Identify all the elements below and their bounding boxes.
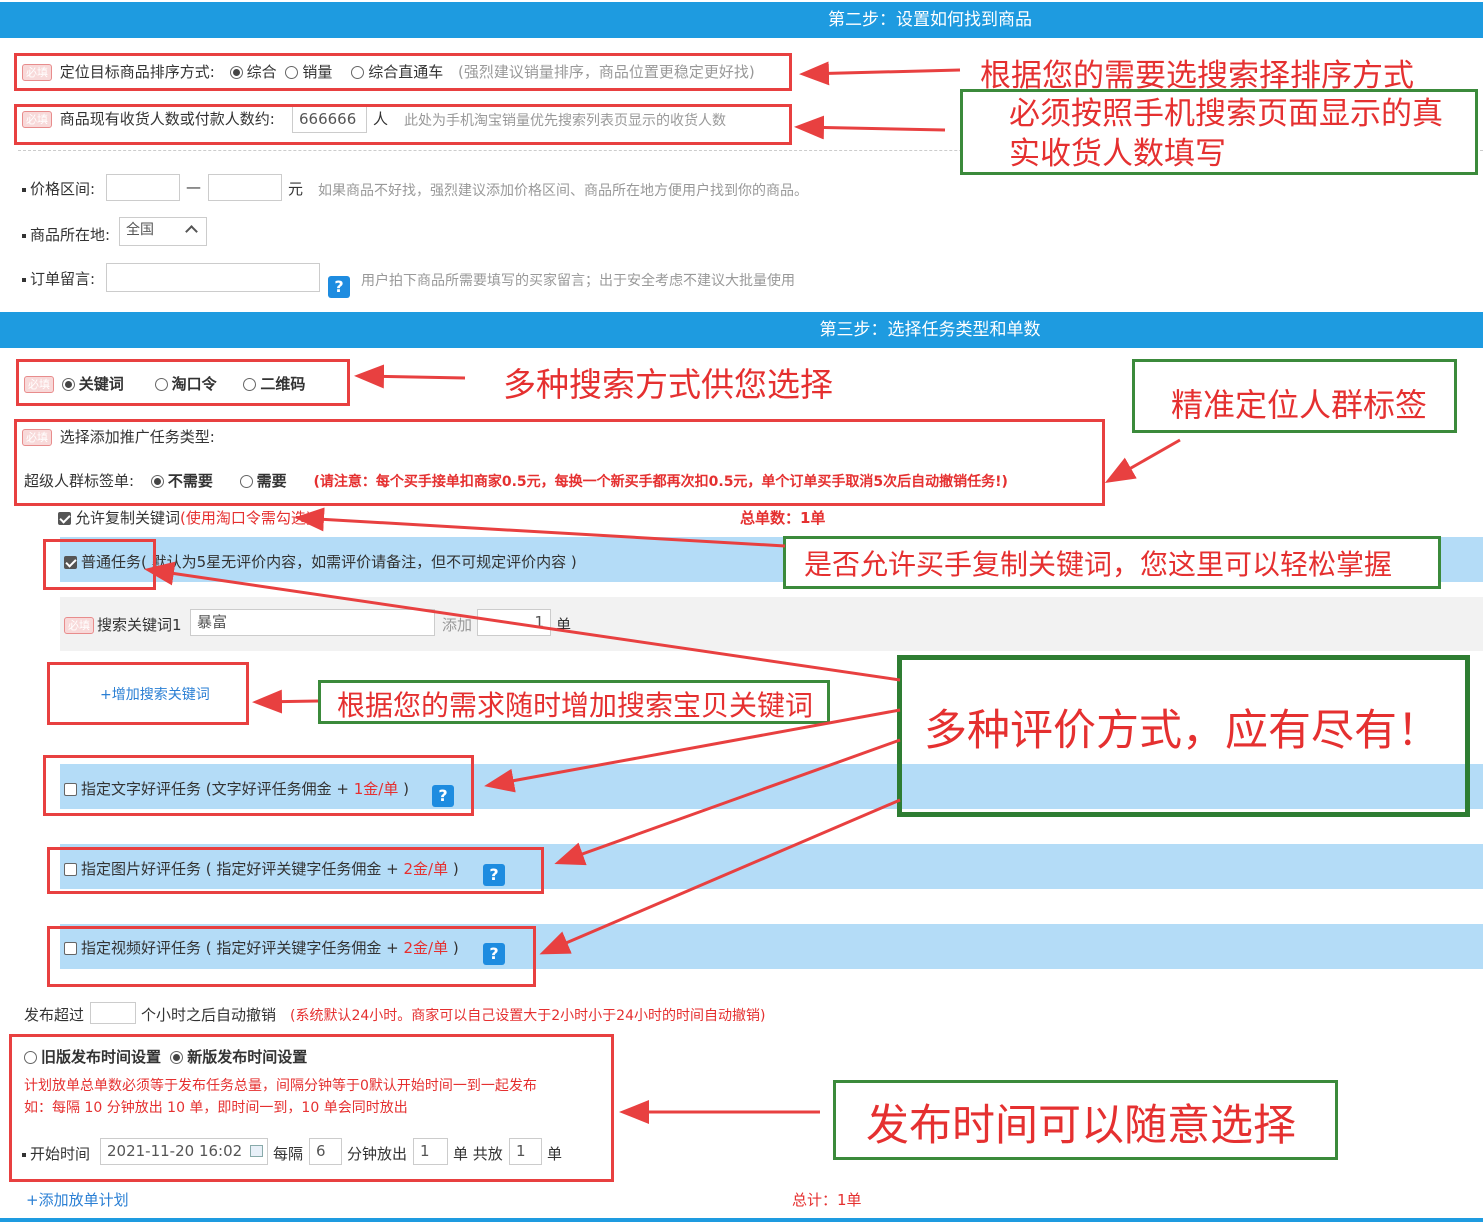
publish-highlight-box <box>9 1034 614 1182</box>
bullet-icon <box>22 187 26 192</box>
step3-title: 第三步：选择任务类型和单数 <box>819 320 1041 340</box>
price-min-input[interactable] <box>106 174 180 201</box>
annotation-copy-box: 是否允许买手复制关键词，您这里可以轻松掌握 <box>783 536 1441 589</box>
arrow-sort <box>799 61 961 86</box>
keyword-input[interactable]: 暴富 <box>190 609 435 636</box>
review-text-highlight-box <box>43 755 474 816</box>
keyword-count-input[interactable]: 1 <box>477 609 551 636</box>
step2-title: 第二步：设置如何找到商品 <box>828 10 1032 30</box>
annotation-buyers-box: 必须按照手机搜索页面显示的真实收货人数填写 <box>960 89 1478 175</box>
normal-task-highlight-box <box>43 539 156 590</box>
message-help[interactable]: ? <box>328 276 350 298</box>
auto-cancel-suffix: 个小时之后自动撤销 <box>141 1006 277 1024</box>
grand-total: 总计：1单 <box>792 1191 862 1209</box>
arrow-buyers <box>794 115 946 140</box>
annotation-copy: 是否允许买手复制关键词，您这里可以轻松掌握 <box>804 548 1393 581</box>
add-plan-link[interactable]: +添加放单计划 <box>26 1189 129 1210</box>
price-dash: — <box>186 178 201 196</box>
checkbox-icon[interactable] <box>58 512 71 525</box>
review-video-highlight-box <box>47 926 536 987</box>
auto-cancel-prefix: 发布超过 <box>24 1006 85 1024</box>
annotation-review-box: 多种评价方式，应有尽有！ <box>897 655 1470 817</box>
help-icon[interactable]: ? <box>328 276 350 298</box>
price-label: 价格区间: <box>22 178 95 199</box>
auto-cancel-hours-input[interactable] <box>90 1002 136 1024</box>
annotation-keyword-box: 根据您的需求随时增加搜索宝贝关键词 <box>318 680 830 724</box>
keyword-unit: 单 <box>556 616 572 634</box>
allow-copy-row[interactable]: 允许复制关键词(使用淘口令需勾选) <box>58 507 312 528</box>
allow-copy-note: (使用淘口令需勾选) <box>180 509 312 527</box>
price-hint: 如果商品不好找，强烈建议添加价格区间、商品所在地方便用户找到你的商品。 <box>318 183 808 199</box>
bullet-icon <box>22 233 26 238</box>
allow-copy-label: 允许复制关键词 <box>75 509 181 527</box>
arrow-keyword <box>252 689 319 714</box>
price-max-input[interactable] <box>208 174 282 201</box>
add-keyword-highlight-box <box>47 662 249 725</box>
auto-cancel-note: (系统默认24小时。商家可以自己设置大于2小时小于24小时的时间自动撤销) <box>290 1008 766 1024</box>
price-unit: 元 <box>288 180 304 198</box>
review-image-highlight-box <box>47 847 544 894</box>
search-type-highlight-box <box>16 359 350 406</box>
chevron-up-icon <box>185 225 198 238</box>
step3-header: 第三步：选择任务类型和单数 <box>0 312 1483 348</box>
arrow-crowd <box>1104 438 1181 483</box>
annotation-time-box: 发布时间可以随意选择 <box>833 1080 1338 1160</box>
annotation-crowd: 精准定位人群标签 <box>1171 386 1428 424</box>
annotation-search: 多种搜索方式供您选择 <box>503 365 833 404</box>
buyers-highlight-box <box>14 104 792 145</box>
message-input[interactable] <box>106 263 320 292</box>
bottom-bar <box>0 1218 1483 1222</box>
message-hint: 用户拍下商品所需要填写的买家留言；出于安全考虑不建议大批量使用 <box>361 273 795 289</box>
location-select[interactable]: 全国 <box>119 217 207 246</box>
step2-header: 第二步：设置如何找到商品 <box>0 2 1483 38</box>
annotation-keyword: 根据您的需求随时增加搜索宝贝关键词 <box>337 689 814 722</box>
promo-highlight-box <box>14 419 1105 506</box>
annotation-review: 多种评价方式，应有尽有！ <box>924 706 1440 756</box>
arrow-search <box>354 364 466 389</box>
location-label: 商品所在地: <box>22 224 110 245</box>
annotation-time: 发布时间可以随意选择 <box>866 1101 1296 1151</box>
bullet-icon <box>22 277 26 282</box>
total-orders: 总单数：1单 <box>740 509 826 527</box>
message-label: 订单留言: <box>22 268 95 289</box>
annotation-buyers: 必须按照手机搜索页面显示的真实收货人数填写 <box>1009 96 1443 172</box>
keyword-add-label: 添加 <box>442 616 473 634</box>
sort-highlight-box <box>14 53 792 91</box>
annotation-crowd-box: 精准定位人群标签 <box>1132 359 1457 433</box>
required-badge: 必填 <box>64 617 94 634</box>
keyword-label-group: 必填 搜索关键词1 <box>64 614 182 635</box>
keyword-label: 搜索关键词1 <box>97 616 182 634</box>
